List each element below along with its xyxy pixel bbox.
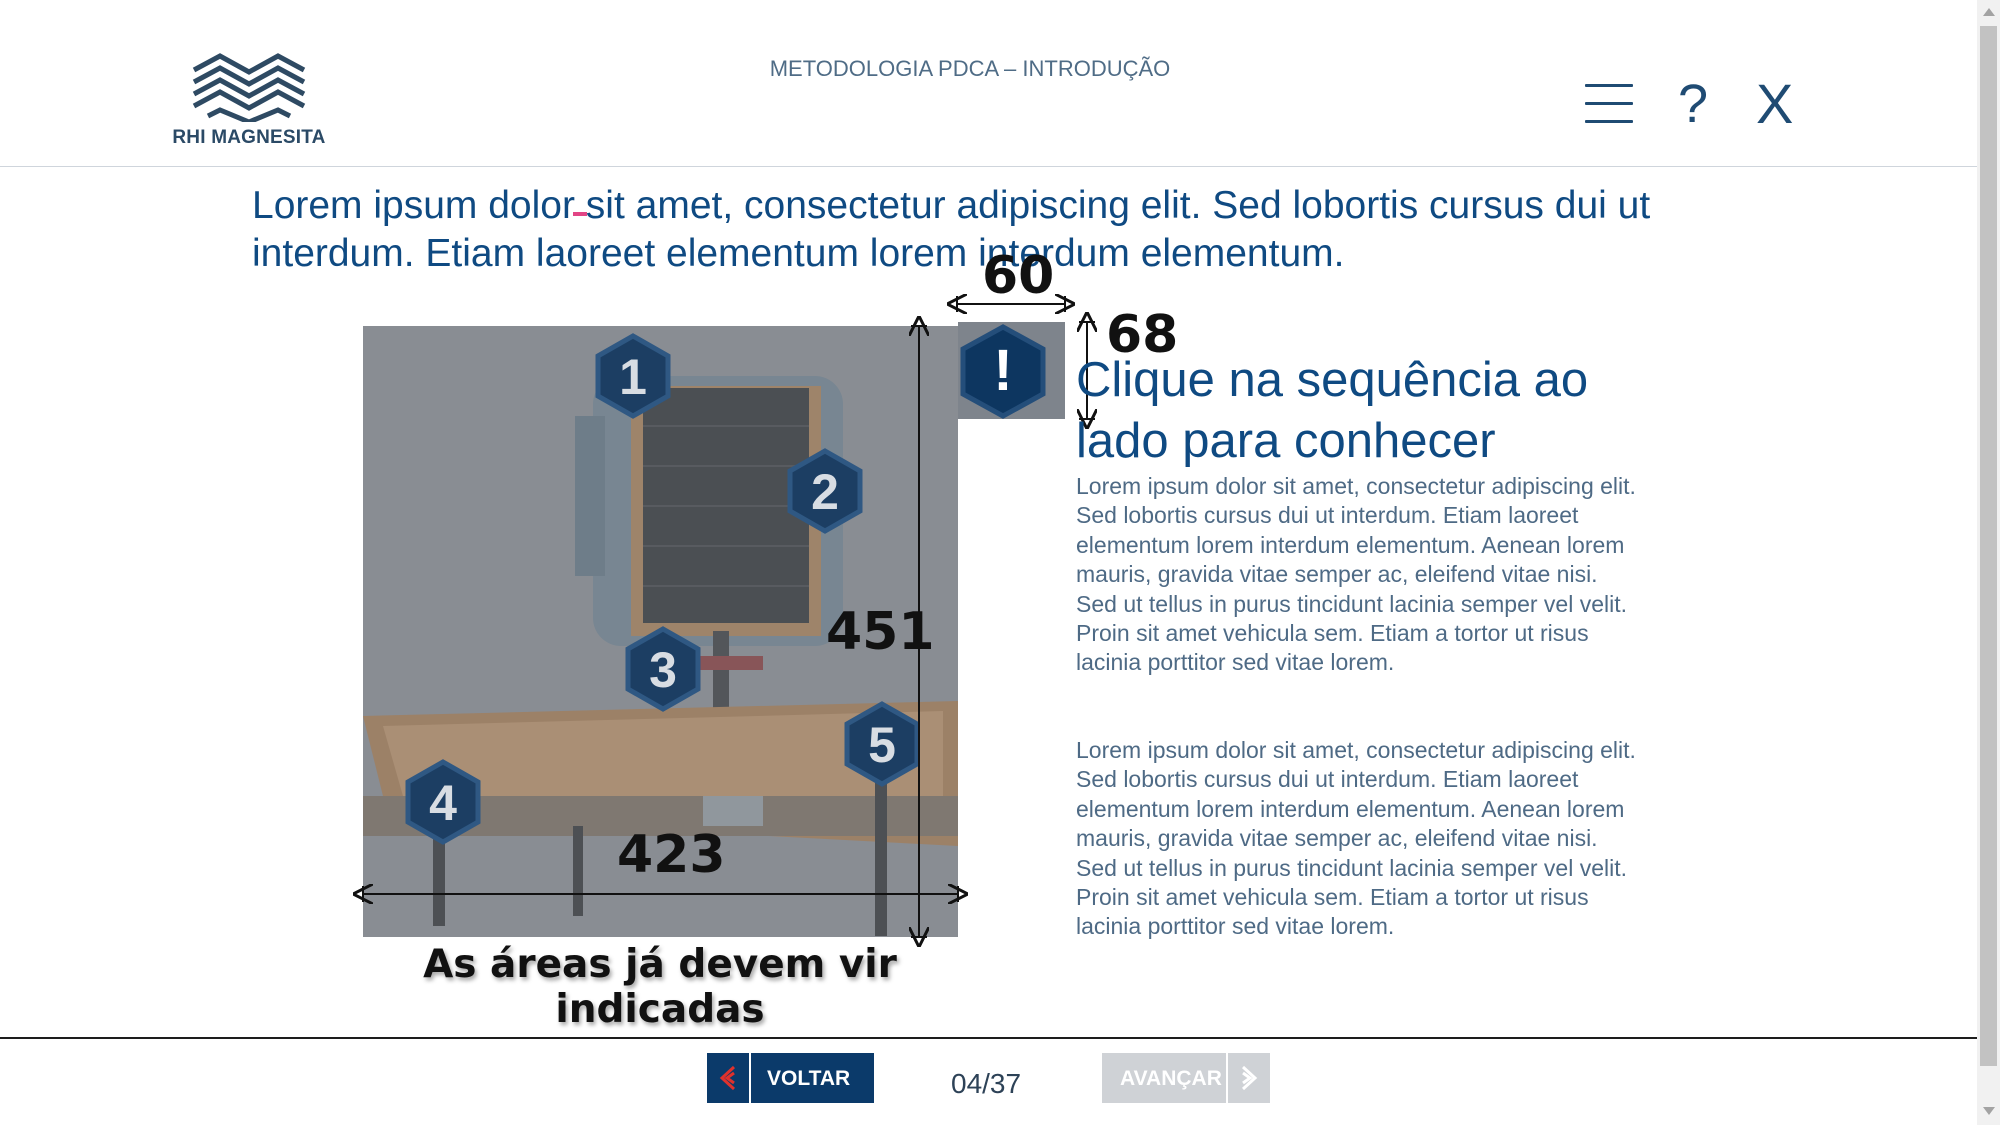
dimension-lines	[0, 0, 1977, 1037]
scrollbar-thumb[interactable]	[1980, 26, 1997, 1066]
dimension-label-width-alert: 60	[982, 246, 1055, 306]
dimension-label-image-width: 423	[617, 825, 726, 885]
page-counter: 04/37	[951, 1068, 1022, 1099]
content-paragraph-2: Lorem ipsum dolor sit amet, consectetur …	[1076, 737, 1636, 940]
alert-symbol: !	[993, 338, 1012, 403]
back-button[interactable]: VOLTAR	[707, 1053, 874, 1103]
content-title: Clique na sequência ao lado para conhece…	[1076, 353, 1589, 468]
scroll-up-arrow-icon[interactable]	[1983, 8, 1995, 16]
next-button-label: AVANÇAR	[1120, 1067, 1222, 1090]
next-button[interactable]: AVANÇAR	[1102, 1053, 1270, 1103]
dimension-label-image-height: 451	[826, 602, 935, 662]
illustration-caption: As áreas já devem vir indicadas	[423, 942, 897, 1032]
alert-icon[interactable]: !	[958, 322, 1065, 419]
next-arrow-icon	[1226, 1053, 1270, 1103]
vertical-scrollbar[interactable]	[1977, 0, 2000, 1125]
scroll-down-arrow-icon[interactable]	[1983, 1107, 1995, 1115]
content-paragraph-1: Lorem ipsum dolor sit amet, consectetur …	[1076, 473, 1636, 676]
back-arrow-icon	[707, 1053, 751, 1103]
back-button-label: VOLTAR	[767, 1067, 851, 1090]
